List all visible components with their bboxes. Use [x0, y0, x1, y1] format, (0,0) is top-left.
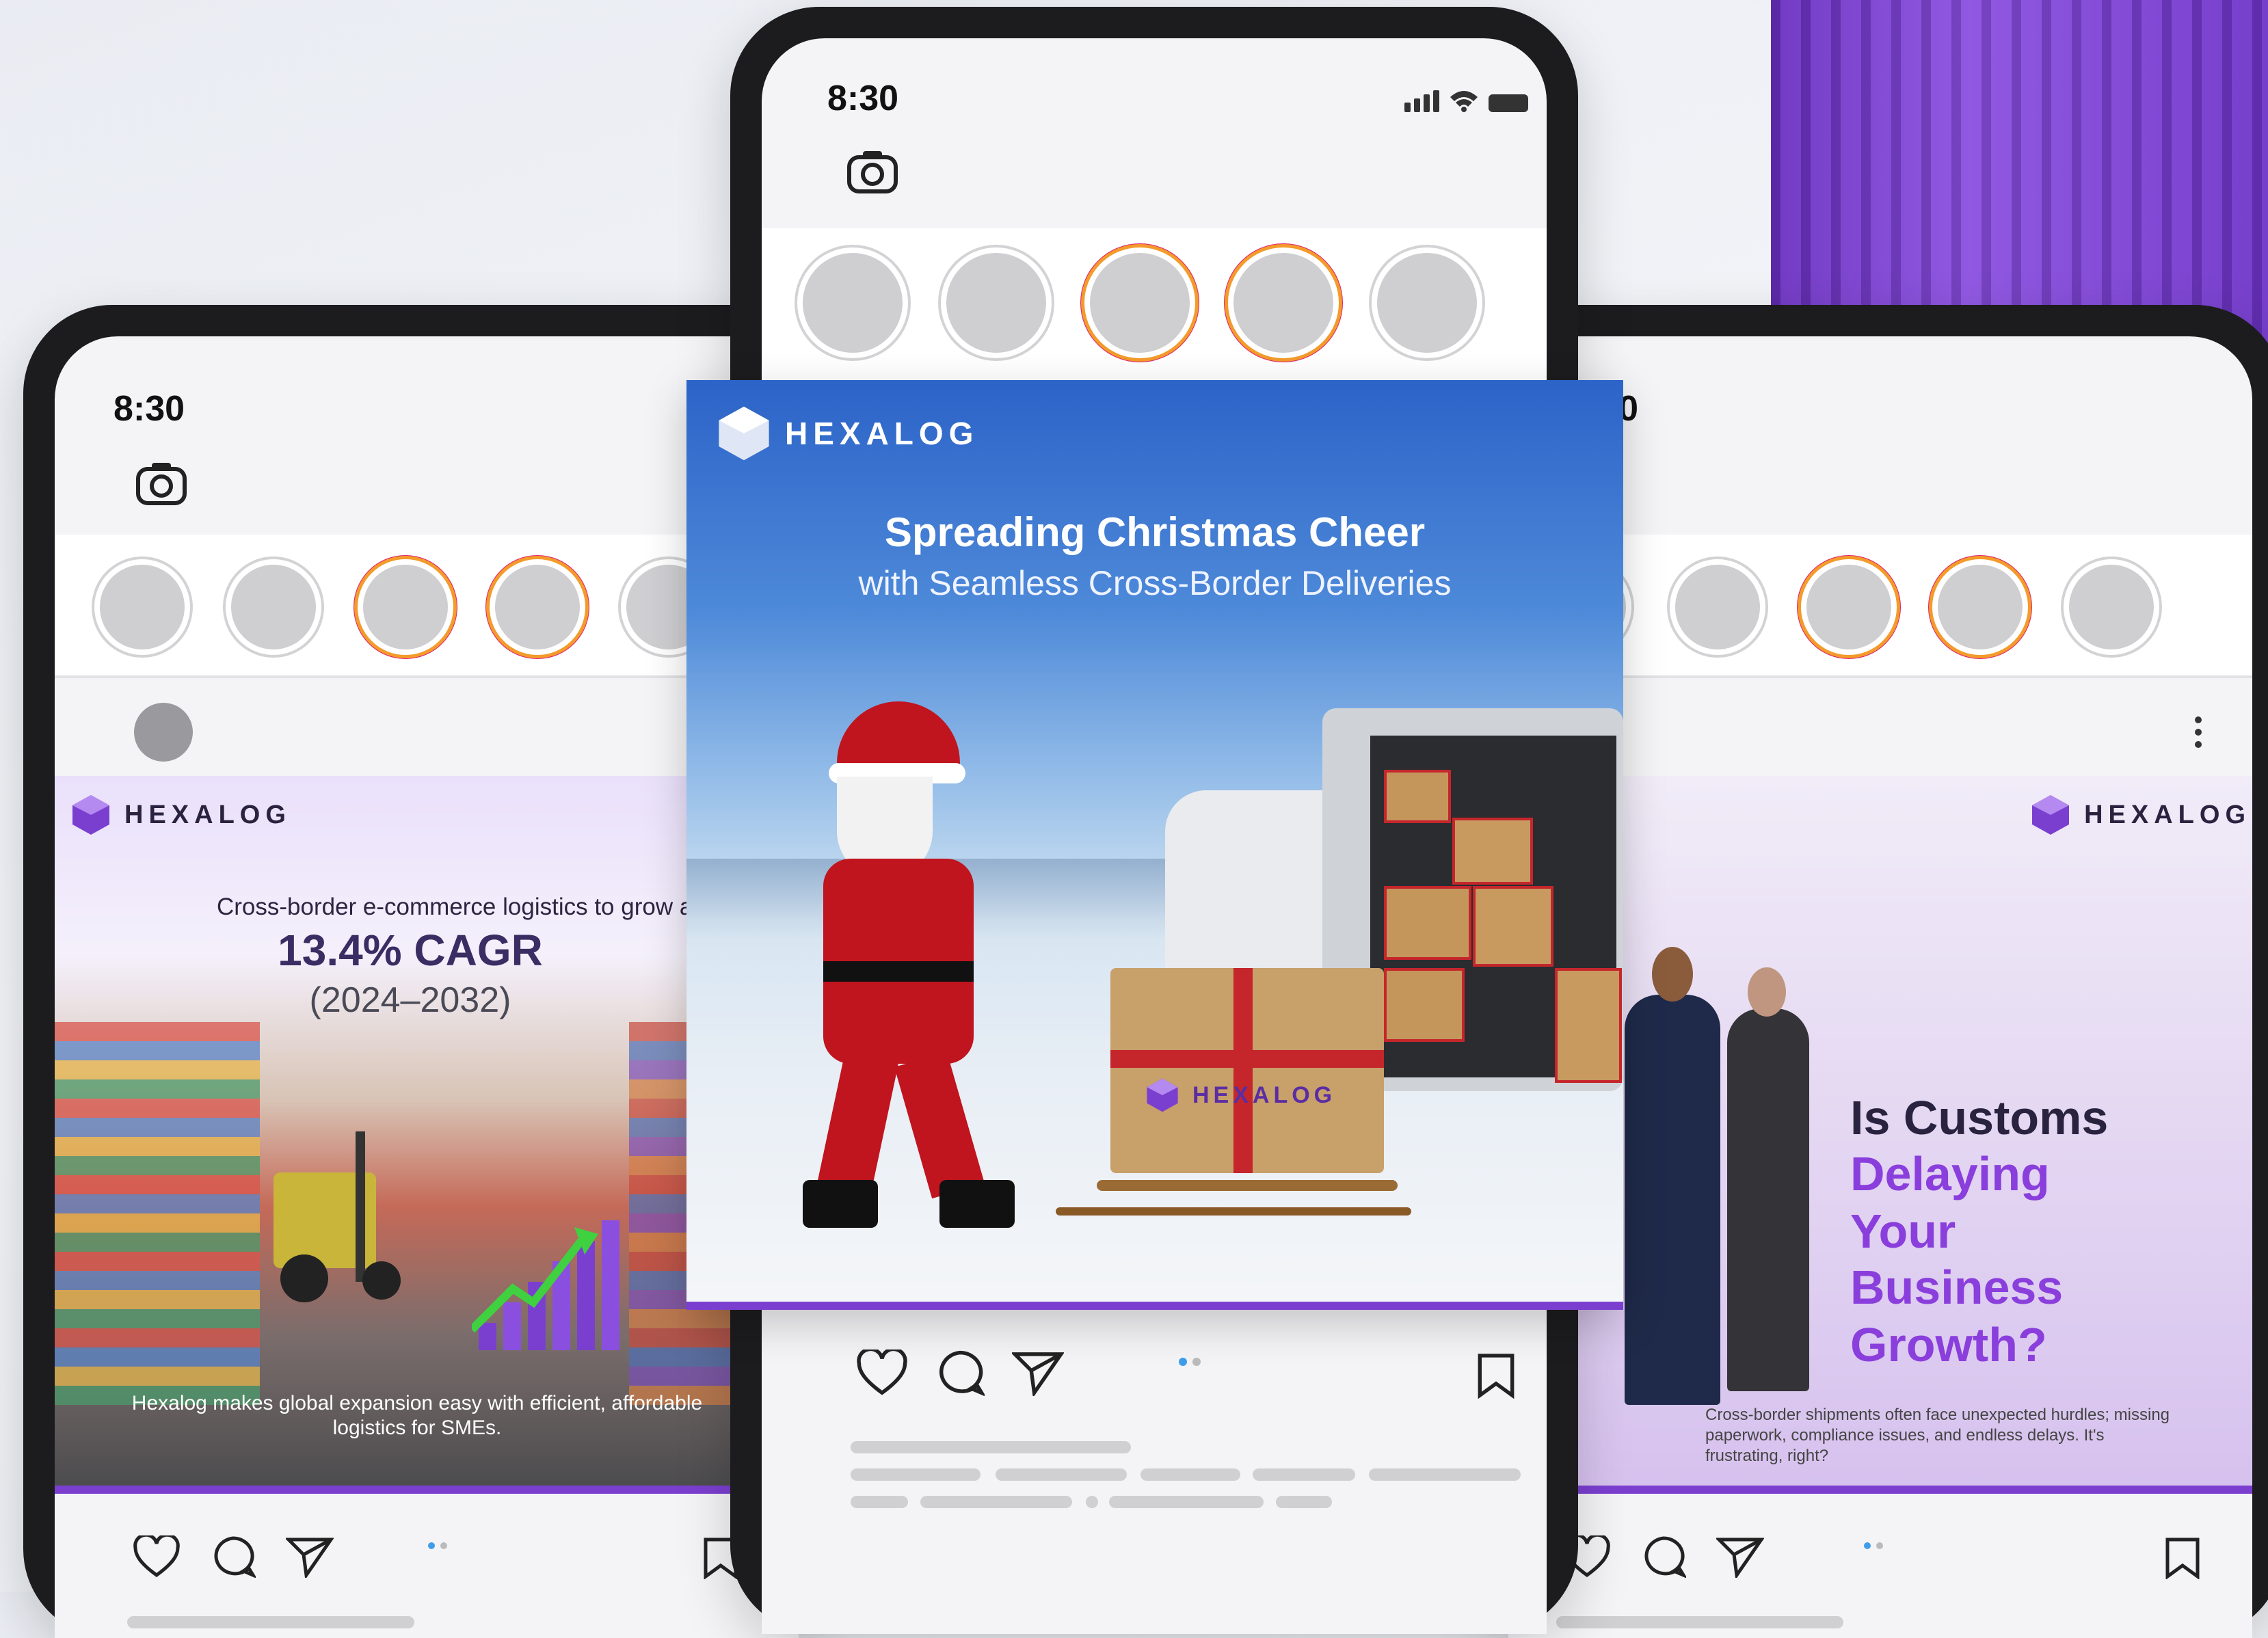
center-post-actions	[856, 1350, 1064, 1396]
right-body: Cross-border shipments often face unexpe…	[1705, 1406, 2170, 1465]
share-icon[interactable]	[1012, 1350, 1064, 1396]
camera-icon[interactable]	[135, 461, 187, 509]
brand-name: HEXALOG	[2084, 800, 2251, 829]
more-icon[interactable]	[2195, 716, 2202, 748]
comment-icon[interactable]	[935, 1350, 985, 1396]
camera-icon[interactable]	[846, 149, 898, 198]
story-avatar-unseen[interactable]	[1084, 247, 1195, 358]
story-avatar[interactable]	[226, 559, 321, 655]
question-line-5: Growth?	[1850, 1318, 2047, 1371]
heart-icon[interactable]	[133, 1535, 181, 1578]
carousel-dots	[1179, 1358, 1201, 1366]
status-time: 8:30	[827, 79, 899, 118]
question-line-1: Is Customs	[1850, 1091, 2109, 1144]
question-line-3: Your	[1850, 1205, 1956, 1258]
story-avatar[interactable]	[797, 247, 908, 358]
story-avatar[interactable]	[2064, 559, 2159, 655]
share-icon[interactable]	[1716, 1535, 1764, 1578]
center-subtitle: with Seamless Cross-Border Deliveries	[858, 564, 1452, 602]
left-post-actions	[133, 1535, 334, 1578]
left-stat: 13.4% CAGR	[278, 926, 543, 975]
story-avatar[interactable]	[1670, 559, 1765, 655]
santa-image	[775, 701, 1015, 1248]
hexalog-logo: HEXALOG	[70, 794, 291, 836]
gift-box-image: HEXALOG	[1110, 968, 1384, 1173]
center-post-image: HEXALOG Spreading Christmas Cheer with S…	[686, 380, 1623, 1310]
carousel-dots	[428, 1542, 447, 1549]
wifi-icon	[1450, 91, 1478, 112]
story-avatar[interactable]	[94, 559, 190, 655]
box-label: HEXALOG	[1192, 1082, 1337, 1108]
brand-name: HEXALOG	[785, 416, 979, 451]
carousel-dots	[1864, 1542, 1883, 1549]
left-footer: Hexalog makes global expansion easy with…	[131, 1392, 703, 1439]
share-icon[interactable]	[286, 1535, 334, 1578]
growth-bars-image	[472, 1213, 629, 1350]
status-time: 8:30	[114, 389, 185, 429]
sled-image	[1056, 1180, 1411, 1221]
story-avatar-unseen[interactable]	[1228, 247, 1339, 358]
story-avatar[interactable]	[941, 247, 1052, 358]
comment-icon[interactable]	[211, 1535, 256, 1578]
signal-icon	[1404, 90, 1439, 112]
right-post-actions	[1563, 1535, 1764, 1578]
story-avatar-unseen[interactable]	[1801, 559, 1897, 655]
hexalog-logo: HEXALOG	[2029, 794, 2251, 836]
story-avatar-unseen[interactable]	[358, 559, 453, 655]
bookmark-icon[interactable]	[1477, 1352, 1515, 1399]
battery-icon	[1489, 94, 1528, 112]
bookmark-icon[interactable]	[2165, 1537, 2200, 1579]
forklift-image	[260, 1131, 438, 1337]
heart-icon[interactable]	[856, 1350, 908, 1396]
story-avatar-unseen[interactable]	[1932, 559, 2028, 655]
box-logo: HEXALOG	[1145, 1077, 1336, 1113]
left-period: (2024–2032)	[309, 980, 511, 1020]
post-author-avatar[interactable]	[134, 703, 193, 762]
comment-icon[interactable]	[1641, 1535, 1686, 1578]
story-avatar[interactable]	[1372, 247, 1482, 358]
hexalog-logo: HEXALOG	[715, 405, 978, 462]
question-line-2: Delaying	[1850, 1147, 2050, 1200]
stories-row	[762, 228, 1547, 386]
question-line-4: Business	[1850, 1261, 2064, 1314]
status-icons	[1404, 89, 1528, 112]
brand-name: HEXALOG	[124, 800, 291, 829]
center-title: Spreading Christmas Cheer	[884, 509, 1426, 555]
story-avatar-unseen[interactable]	[490, 559, 585, 655]
